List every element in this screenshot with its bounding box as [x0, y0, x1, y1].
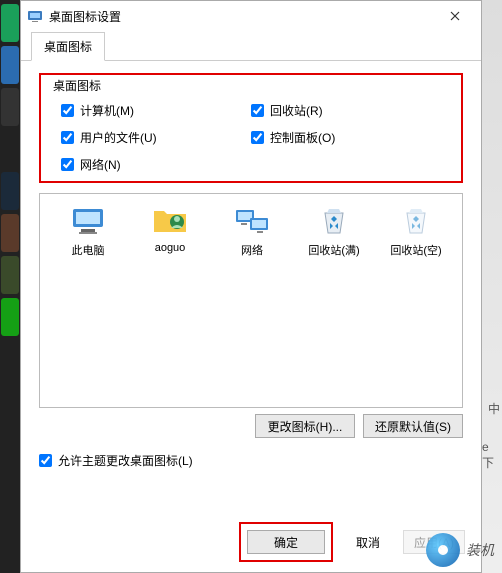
titlebar: 桌面图标设置	[21, 1, 481, 31]
allow-theme-check-input[interactable]	[39, 454, 52, 467]
recycle-full-icon	[314, 204, 354, 238]
bg-text-2: e 下	[482, 440, 500, 471]
check-control-panel[interactable]: 控制面板(O)	[251, 129, 441, 146]
restore-default-button[interactable]: 还原默认值(S)	[363, 414, 463, 438]
check-control-panel-input[interactable]	[251, 131, 264, 144]
desktop-taskbar	[0, 0, 20, 573]
icon-network[interactable]: 网络	[220, 204, 284, 258]
icon-network-label: 网络	[241, 245, 263, 257]
icon-this-pc[interactable]: 此电脑	[56, 204, 120, 258]
dialog-icon	[27, 8, 43, 24]
icon-recycle-full-label: 回收站(满)	[308, 245, 359, 257]
close-button[interactable]	[435, 2, 475, 30]
icon-preview-well: 此电脑 aoguo 网络	[39, 193, 463, 408]
background-strip: 中 e 下	[482, 0, 502, 573]
checkbox-grid: 计算机(M) 回收站(R) 用户的文件(U) 控制面板(O) 网络(N)	[41, 96, 461, 179]
network-icon	[232, 204, 272, 238]
allow-theme-check[interactable]: 允许主题更改桌面图标(L)	[39, 452, 463, 469]
icon-recycle-empty[interactable]: 回收站(空)	[384, 204, 448, 258]
dialog-buttons: 确定 取消 应用(A)	[239, 522, 465, 562]
tab-desktop-icons[interactable]: 桌面图标	[31, 32, 105, 61]
user-folder-icon	[150, 204, 190, 238]
icon-user-folder-label: aoguo	[155, 242, 186, 254]
icon-user-folder[interactable]: aoguo	[138, 204, 202, 258]
check-recycle[interactable]: 回收站(R)	[251, 102, 441, 119]
check-control-panel-label: 控制面板(O)	[270, 129, 335, 146]
check-network-label: 网络(N)	[80, 156, 121, 173]
icon-recycle-full[interactable]: 回收站(满)	[302, 204, 366, 258]
icon-this-pc-label: 此电脑	[72, 245, 105, 257]
dialog-content: 桌面图标 计算机(M) 回收站(R) 用户的文件(U) 控制面板(O)	[21, 60, 481, 481]
ok-button[interactable]: 确定	[247, 530, 325, 554]
this-pc-icon	[68, 204, 108, 238]
group-label: 桌面图标	[49, 77, 105, 94]
bg-text-1: 中	[488, 400, 500, 417]
check-user-files[interactable]: 用户的文件(U)	[61, 129, 251, 146]
desktop-icon-settings-dialog: 桌面图标设置 桌面图标 桌面图标 计算机(M) 回收站(R) 用户的文件(U	[20, 0, 482, 573]
icon-recycle-empty-label: 回收站(空)	[390, 245, 441, 257]
check-computer-input[interactable]	[61, 104, 74, 117]
recycle-empty-icon	[396, 204, 436, 238]
icon-buttons-row: 更改图标(H)... 还原默认值(S)	[39, 414, 463, 438]
desktop-icons-group-highlight: 桌面图标 计算机(M) 回收站(R) 用户的文件(U) 控制面板(O)	[39, 73, 463, 183]
check-computer[interactable]: 计算机(M)	[61, 102, 251, 119]
change-icon-button[interactable]: 更改图标(H)...	[255, 414, 355, 438]
check-network[interactable]: 网络(N)	[61, 156, 251, 173]
check-recycle-input[interactable]	[251, 104, 264, 117]
check-user-files-label: 用户的文件(U)	[80, 129, 157, 146]
cancel-button[interactable]: 取消	[343, 530, 393, 554]
apply-button[interactable]: 应用(A)	[403, 530, 465, 554]
check-computer-label: 计算机(M)	[80, 102, 134, 119]
check-recycle-label: 回收站(R)	[270, 102, 323, 119]
allow-theme-check-label: 允许主题更改桌面图标(L)	[58, 452, 193, 469]
check-user-files-input[interactable]	[61, 131, 74, 144]
ok-button-highlight: 确定	[239, 522, 333, 562]
check-network-input[interactable]	[61, 158, 74, 171]
tab-strip: 桌面图标	[21, 31, 481, 60]
dialog-title: 桌面图标设置	[49, 8, 121, 25]
icon-row: 此电脑 aoguo 网络	[50, 204, 452, 258]
